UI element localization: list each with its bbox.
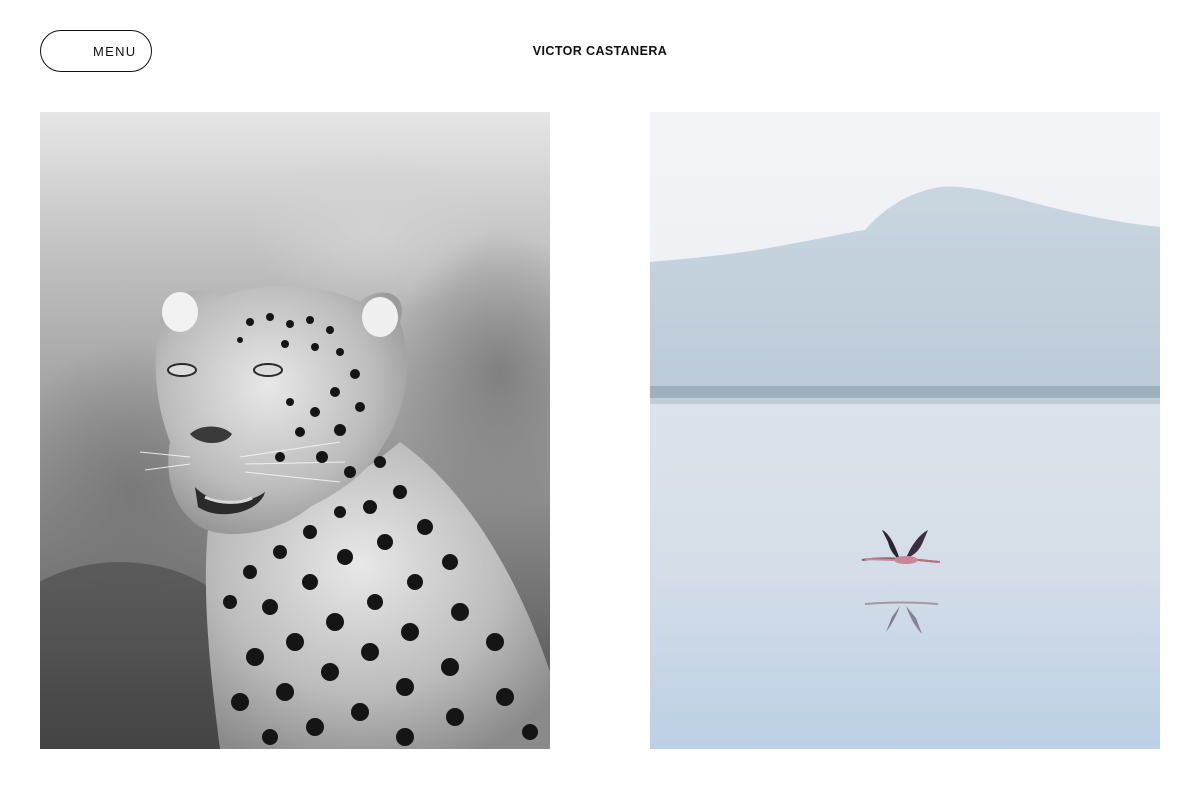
leopard-photo-image: [40, 112, 550, 749]
page: MENU VICTOR CASTANERA: [0, 0, 1200, 800]
site-title[interactable]: VICTOR CASTANERA: [40, 44, 1160, 58]
gallery-photo-leopard[interactable]: [40, 112, 550, 749]
flamingo-photo-image: [650, 112, 1160, 749]
gallery-photo-flamingo[interactable]: [650, 112, 1160, 749]
site-header: MENU VICTOR CASTANERA: [40, 30, 1160, 72]
